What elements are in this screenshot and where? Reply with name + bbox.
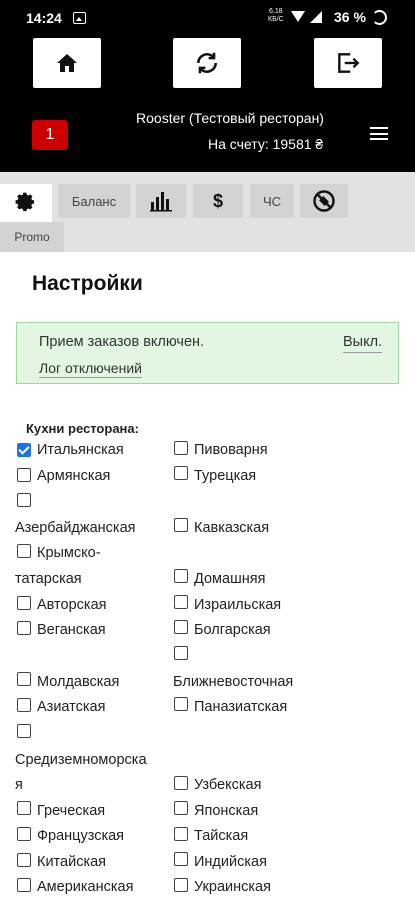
kitchen-label: Китайская (37, 854, 107, 870)
checkbox-thai[interactable] (174, 827, 188, 841)
disable-log-link[interactable]: Лог отключений (39, 360, 142, 378)
kitchen-label: Украинская (194, 879, 271, 895)
checkbox-ukrainian[interactable] (174, 878, 188, 892)
tab-cs[interactable]: ЧС (250, 184, 294, 218)
kitchen-label: Азербайджанская (15, 520, 136, 536)
blocked-icon (313, 190, 335, 212)
checkbox-asian[interactable] (17, 698, 31, 712)
checkbox-japanese[interactable] (174, 801, 188, 815)
kitchen-label: Итальянская (37, 442, 124, 458)
app-header: Rooster (Тестовый ресторан) 1 На счету: … (0, 34, 415, 172)
checkbox-vegan[interactable] (17, 621, 31, 635)
checkbox-israeli[interactable] (174, 595, 188, 609)
checkbox-bulgarian[interactable] (174, 620, 188, 634)
signal-icon (310, 11, 322, 23)
checkbox-homemade[interactable] (174, 569, 188, 583)
checkbox-caucasian[interactable] (174, 518, 188, 532)
kitchen-label: Домашняя (194, 571, 266, 587)
tab-bar: Баланс $ ЧС Promo (0, 172, 415, 252)
kitchen-label: Ближневосточная (173, 674, 294, 690)
gear-icon (15, 192, 35, 212)
checkbox-author[interactable] (17, 596, 31, 610)
checkbox-indian[interactable] (174, 852, 188, 866)
checkbox-armenian[interactable] (17, 468, 31, 482)
kitchen-label: Японская (194, 803, 259, 819)
status-time: 14:24 (26, 10, 62, 26)
checkbox-chinese[interactable] (17, 853, 31, 867)
kitchen-label: татарская (15, 571, 82, 587)
refresh-button[interactable] (173, 38, 241, 88)
kitchen-label: Кавказская (194, 520, 270, 536)
account-balance: На счету: 19581 ₴ (208, 136, 324, 152)
checkbox-panasian[interactable] (174, 697, 188, 711)
kitchen-label: Французская (37, 828, 125, 844)
tab-balance[interactable]: Баланс (58, 184, 130, 218)
tab-blocked[interactable] (300, 184, 348, 218)
kitchen-label: Турецкая (194, 468, 257, 484)
logout-button[interactable] (314, 38, 382, 88)
kitchen-label: Израильская (194, 597, 282, 613)
orders-status-message: Прием заказов включен. (39, 334, 205, 350)
checkbox-middle-eastern[interactable] (174, 646, 188, 660)
bar-chart-icon (150, 192, 172, 212)
kitchen-label: Болгарская (194, 622, 271, 638)
disable-orders-button[interactable]: Выкл. (343, 334, 383, 353)
kitchen-label: Тайская (194, 828, 249, 844)
checkbox-uzbek[interactable] (174, 776, 188, 790)
status-bar: 14:24 6,18 КБ/С 36 % (0, 0, 415, 34)
refresh-icon (197, 52, 217, 74)
notification-badge[interactable]: 1 (32, 120, 68, 150)
kitchen-label: я (15, 777, 23, 793)
kitchen-label: Веганская (37, 622, 106, 638)
checkbox-moldovan[interactable] (17, 672, 31, 686)
tab-payments[interactable]: $ (193, 184, 243, 218)
checkbox-crimean-tatar[interactable] (17, 544, 31, 558)
kitchen-label: Узбекская (194, 777, 262, 793)
kitchens-label: Кухни ресторана: (26, 421, 139, 436)
page-title: Настройки (32, 272, 143, 295)
kitchen-label: Молдавская (37, 674, 120, 690)
image-notification-icon (73, 12, 86, 24)
kitchen-label: Пивоварня (194, 442, 268, 458)
tab-statistics[interactable] (136, 184, 186, 218)
kitchen-label: Американская (37, 879, 134, 895)
checkbox-italian[interactable] (17, 443, 31, 457)
kitchen-label: Индийская (194, 854, 267, 870)
battery-level: 36 % (334, 9, 366, 25)
network-speed: 6,18 КБ/С (268, 8, 284, 23)
kitchen-label: Азиатская (37, 699, 106, 715)
kitchen-label: Армянская (37, 468, 111, 484)
kitchen-label: Паназиатская (194, 699, 288, 715)
battery-icon (372, 10, 387, 25)
tab-promo[interactable]: Promo (0, 222, 64, 252)
checkbox-french[interactable] (17, 827, 31, 841)
orders-status-alert: Прием заказов включен. Выкл. Лог отключе… (16, 322, 399, 384)
checkbox-brewery[interactable] (174, 441, 188, 455)
checkbox-mediterranean[interactable] (17, 724, 31, 738)
checkbox-turkish[interactable] (174, 466, 188, 480)
wifi-icon (291, 11, 305, 22)
checkbox-american[interactable] (17, 878, 31, 892)
kitchen-label: Греческая (37, 803, 106, 819)
home-button[interactable] (33, 38, 101, 88)
checkbox-greek[interactable] (17, 801, 31, 815)
kitchen-label: Крымско- (37, 545, 101, 561)
logout-icon (338, 53, 360, 73)
home-icon (57, 54, 77, 72)
kitchen-label: Средиземноморска (15, 752, 147, 768)
checkbox-azerbaijani[interactable] (17, 493, 31, 507)
menu-icon[interactable] (370, 127, 388, 140)
tab-settings[interactable] (0, 184, 52, 222)
kitchen-label: Авторская (37, 597, 107, 613)
